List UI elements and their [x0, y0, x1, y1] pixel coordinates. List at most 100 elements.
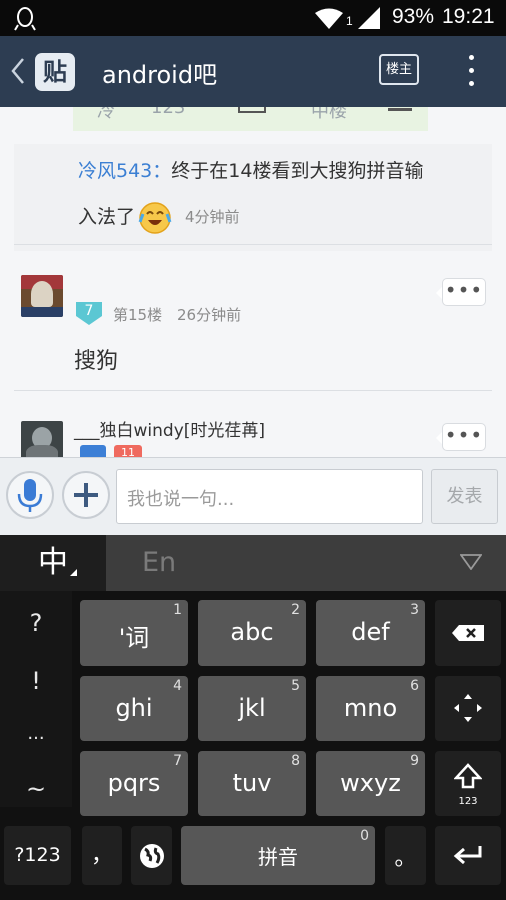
overflow-menu-icon[interactable] [469, 54, 475, 88]
key-number: 3 [410, 602, 419, 618]
thread-content: 冷 123 中楼 冷风543：终于在14楼看到大搜狗拼音输 入法了 4分钟前 7 [0, 107, 506, 457]
reply-text-line2: 入法了 [78, 206, 136, 228]
question-mark-key[interactable]: ? [0, 609, 72, 637]
key-label: jkl [238, 694, 266, 722]
clock: 19:21 [442, 5, 495, 28]
key-label: '词 [118, 624, 150, 652]
enter-key[interactable] [435, 826, 501, 885]
backspace-key[interactable] [435, 600, 501, 666]
level-badge: 7 [74, 300, 104, 325]
sogou-keyboard: 中 En ? ! ... ~ 1 '词 2 abc 3 def 4 ghi 5 … [0, 535, 506, 900]
more-options-button[interactable]: ••• [436, 423, 486, 451]
key-number: 2 [291, 602, 300, 618]
sub-reply-box: 冷风543：终于在14楼看到大搜狗拼音输 入法了 4分钟前 [14, 144, 492, 251]
post-time: 26分钟前 [177, 306, 242, 324]
language-switch-key[interactable] [131, 826, 172, 885]
shift-arrow-icon [454, 763, 482, 789]
punctuation-column: ? ! ... ~ [0, 591, 72, 807]
cursor-move-key[interactable] [435, 676, 501, 741]
sub-reply[interactable]: 冷风543：终于在14楼看到大搜狗拼音输 [78, 158, 488, 184]
level-badge: 11 [114, 445, 142, 457]
cell-signal-icon [358, 7, 380, 29]
key-1[interactable]: 1 '词 [80, 600, 188, 666]
divider [14, 244, 492, 245]
key-4[interactable]: 4 ghi [80, 676, 188, 741]
key-3[interactable]: 3 def [316, 600, 425, 666]
post-content: 搜狗 [74, 349, 119, 374]
tab-english-label: En [142, 547, 177, 578]
floor-number: 第15楼 [113, 306, 163, 324]
period-key[interactable]: 。 [385, 826, 426, 885]
ellipsis-key[interactable]: ... [0, 723, 72, 744]
key-label: abc [230, 618, 274, 646]
page-title: android吧 [102, 61, 218, 89]
level-number: 7 [84, 303, 94, 319]
tieba-logo: 贴 [35, 53, 75, 91]
collapse-keyboard-icon[interactable] [460, 554, 482, 570]
key-number: 9 [410, 753, 419, 769]
tab-chinese-label: 中 [38, 545, 68, 580]
strip-right-text: 中楼 [311, 107, 347, 122]
reply-time: 4分钟前 [185, 208, 240, 226]
backspace-icon [452, 625, 484, 641]
comma-key[interactable]: ， [82, 826, 122, 885]
microphone-icon [17, 479, 43, 512]
divider [14, 390, 492, 391]
laughing-crying-emoji-icon [138, 202, 172, 234]
member-icon [80, 445, 106, 457]
enter-icon [453, 846, 482, 865]
reply-input[interactable]: 我也说一句... [116, 469, 423, 524]
title-bar: 贴 android吧 [0, 36, 506, 107]
key-number: 7 [173, 753, 182, 769]
avatar[interactable] [21, 421, 63, 457]
owner-only-button[interactable]: 楼主 [379, 54, 419, 85]
strip-reply-icon [388, 107, 412, 111]
key-number: 4 [173, 678, 182, 694]
key-number: 8 [291, 753, 300, 769]
avatar[interactable] [21, 275, 63, 317]
key-label: def [351, 618, 390, 646]
voice-input-button[interactable] [6, 471, 54, 519]
add-attachment-button[interactable] [62, 471, 110, 519]
key-number: 1 [173, 602, 182, 618]
reply-input-bar: 我也说一句... 发表 [0, 457, 506, 535]
key-label: ghi [115, 694, 153, 722]
key-label: wxyz [340, 769, 401, 797]
move-arrows-icon [454, 694, 482, 722]
strip-box-icon [238, 107, 266, 113]
reply-text-line1: 终于在14楼看到大搜狗拼音输 [171, 160, 424, 182]
post-action-strip: 冷 123 中楼 [73, 107, 428, 131]
shift-key[interactable]: 123 [435, 751, 501, 816]
plus-icon [74, 483, 98, 507]
shift-sub-label: 123 [458, 796, 478, 807]
more-options-button[interactable]: ••• [436, 278, 486, 306]
wifi-icon [315, 8, 343, 29]
reply-line2: 入法了 [78, 202, 135, 229]
key-number: 6 [410, 678, 419, 694]
key-label: pqrs [107, 769, 161, 797]
key-9[interactable]: 9 wxyz [316, 751, 425, 816]
globe-icon [140, 844, 164, 868]
key-2[interactable]: 2 abc [198, 600, 306, 666]
symbols-key[interactable]: ?123 [4, 826, 71, 885]
tilde-key[interactable]: ~ [0, 775, 72, 803]
key-7[interactable]: 7 pqrs [80, 751, 188, 816]
post-username[interactable]: ___独白windy[时光荏苒] [74, 416, 265, 441]
tab-english[interactable]: En [106, 535, 506, 591]
reply-username[interactable]: 冷风543： [78, 160, 171, 182]
tab-chinese[interactable]: 中 [0, 535, 106, 591]
key-5[interactable]: 5 jkl [198, 676, 306, 741]
back-arrow-icon[interactable] [10, 57, 26, 85]
key-6[interactable]: 6 mno [316, 676, 425, 741]
send-button[interactable]: 发表 [431, 469, 498, 524]
key-number: 5 [291, 678, 300, 694]
space-key[interactable]: 0 拼音 [181, 826, 375, 885]
key-label: tuv [232, 769, 272, 797]
battery-percent: 93% [392, 5, 435, 28]
status-bar: 1 93% 19:21 [0, 0, 506, 36]
strip-left-text: 冷 [97, 107, 115, 122]
signal-badge: 1 [346, 14, 353, 28]
key-label: mno [343, 694, 398, 722]
key-8[interactable]: 8 tuv [198, 751, 306, 816]
exclamation-key[interactable]: ! [0, 667, 72, 695]
